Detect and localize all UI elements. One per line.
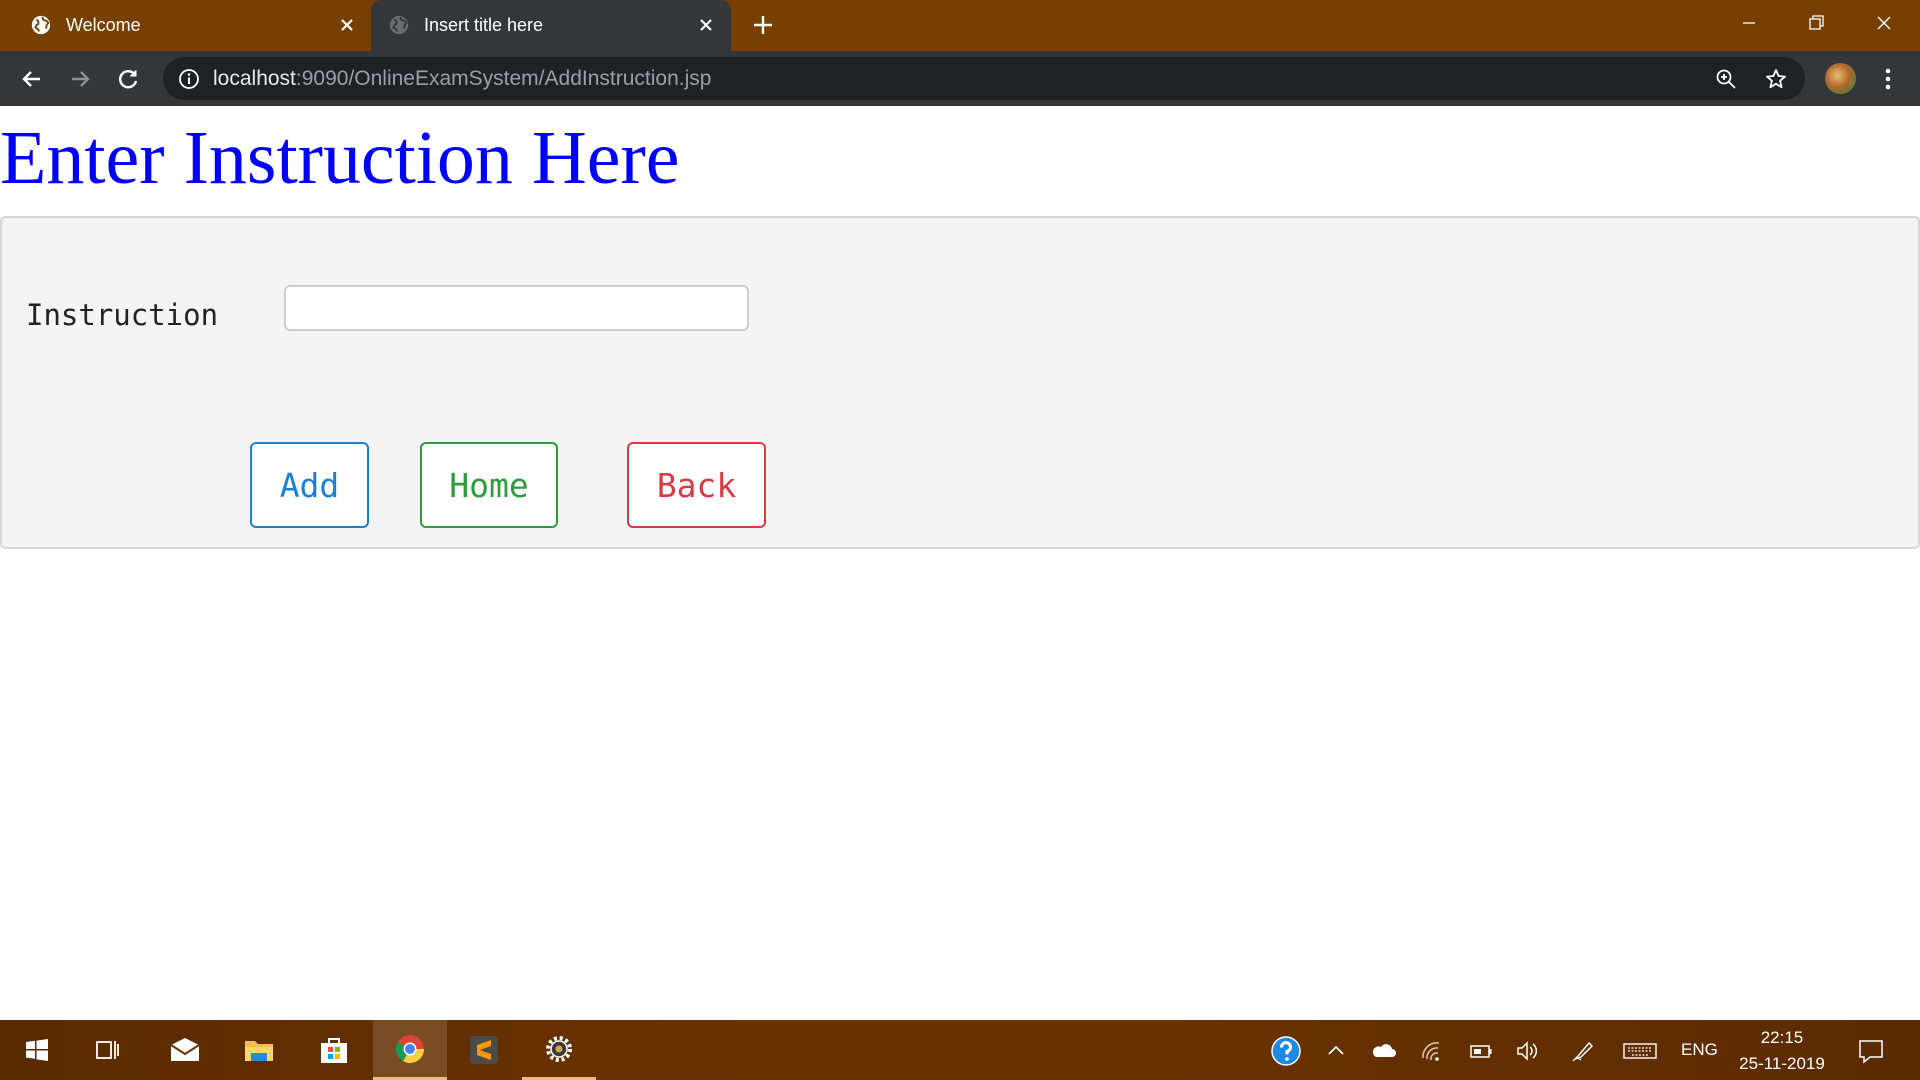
minimize-icon[interactable] [1734,8,1764,38]
windows-logo-icon [26,1039,48,1061]
home-button[interactable]: Home [420,442,558,528]
browser-tab-strip: Welcome Insert title here [0,0,1920,51]
sublime-text-icon [470,1036,498,1064]
onedrive-cloud-icon[interactable] [1370,1037,1398,1065]
tab-title: Insert title here [424,15,544,35]
instruction-form: Instruction Add Home Back [0,216,1920,549]
info-icon[interactable] [178,68,200,90]
taskbar-store[interactable] [297,1020,371,1080]
clock-date: 25-11-2019 [1739,1054,1825,1073]
task-view-button[interactable] [70,1020,144,1080]
chrome-icon [396,1034,424,1063]
restore-icon[interactable] [1801,8,1831,38]
reload-icon[interactable] [114,65,142,93]
start-button[interactable] [0,1020,74,1080]
close-tab-icon[interactable] [696,15,716,35]
clock-time: 22:15 [1760,1028,1804,1047]
close-tab-icon[interactable] [337,15,357,35]
wifi-icon[interactable] [1418,1037,1446,1065]
instruction-input[interactable] [284,285,749,331]
new-tab-plus-icon[interactable] [752,14,774,36]
taskbar-mail[interactable] [148,1020,222,1080]
url-host: localhost [213,67,296,90]
notifications-icon[interactable] [1856,1036,1886,1066]
help-icon[interactable] [1270,1035,1302,1067]
window-close-icon[interactable] [1869,8,1899,38]
task-view-icon [96,1041,119,1059]
clock[interactable]: 22:15 25-11-2019 [1733,1025,1831,1077]
page-content: Enter Instruction Here Instruction Add H… [0,106,1920,1020]
pen-ink-icon[interactable] [1569,1037,1597,1065]
store-bag-icon [321,1038,347,1063]
language-indicator[interactable]: ENG [1681,1039,1718,1061]
address-bar[interactable]: localhost:9090/OnlineExamSystem/AddInstr… [163,57,1805,100]
url-path: :9090/OnlineExamSystem/AddInstruction.js… [295,67,712,90]
chevron-up-icon[interactable] [1322,1037,1350,1065]
url-text[interactable]: localhost:9090/OnlineExamSystem/AddInstr… [213,68,711,90]
volume-icon[interactable] [1513,1037,1541,1065]
instruction-label: Instruction [26,298,219,332]
forward-arrow-icon[interactable] [66,65,94,93]
mail-icon [170,1038,200,1061]
taskbar-sublime[interactable] [447,1020,521,1080]
profile-avatar[interactable] [1825,63,1856,94]
taskbar-chrome[interactable] [373,1020,447,1080]
globe-icon [31,15,51,35]
taskbar-settings-app[interactable] [522,1020,596,1080]
battery-icon[interactable] [1466,1037,1494,1065]
browser-toolbar: localhost:9090/OnlineExamSystem/AddInstr… [0,51,1920,106]
tab-insert-title[interactable]: Insert title here [371,0,731,51]
taskbar-file-explorer[interactable] [222,1020,296,1080]
back-arrow-icon[interactable] [18,65,46,93]
tab-title: Welcome [66,15,141,35]
back-button[interactable]: Back [627,442,766,528]
folder-icon [245,1041,273,1061]
bookmark-star-icon[interactable] [1764,67,1788,91]
zoom-icon[interactable] [1715,68,1737,90]
tab-welcome[interactable]: Welcome [0,0,370,51]
globe-icon [389,15,409,35]
more-menu-icon[interactable] [1876,65,1900,93]
add-button[interactable]: Add [250,442,369,528]
windows-taskbar: ENG 22:15 25-11-2019 [0,1020,1920,1080]
keyboard-icon[interactable] [1622,1037,1658,1065]
page-title: Enter Instruction Here [0,116,680,200]
gear-icon [546,1035,572,1062]
